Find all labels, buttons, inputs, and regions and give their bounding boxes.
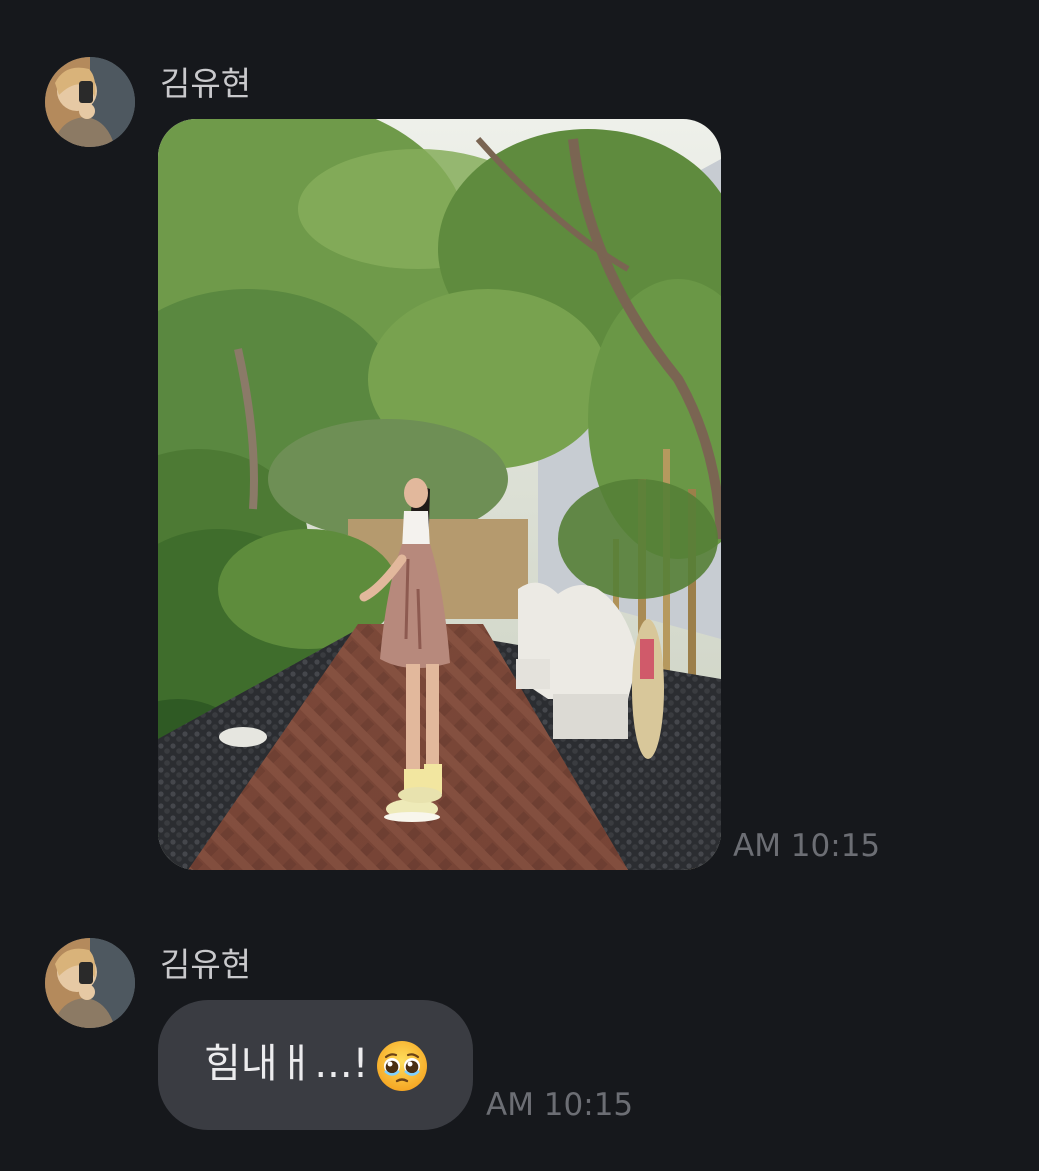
message-text: 힘내ㅐ...! <box>204 1041 369 1087</box>
sender-name: 김유현 <box>160 945 252 984</box>
message-time: AM 10:15 <box>486 1087 634 1123</box>
chat-view: 김유현 AM 10:15 김유현 힘내ㅐ...! AM 10:15 <box>0 0 1039 1171</box>
sender-avatar[interactable] <box>45 57 135 147</box>
avatar-image <box>45 57 135 147</box>
avatar-image <box>45 938 135 1028</box>
pleading-face-icon <box>377 1041 427 1091</box>
message-time: AM 10:15 <box>733 828 881 864</box>
sender-name: 김유현 <box>160 64 252 103</box>
text-message-bubble[interactable]: 힘내ㅐ...! <box>158 1000 473 1130</box>
garden-photo <box>158 119 721 870</box>
photo-message[interactable] <box>158 119 721 870</box>
sender-avatar[interactable] <box>45 938 135 1028</box>
